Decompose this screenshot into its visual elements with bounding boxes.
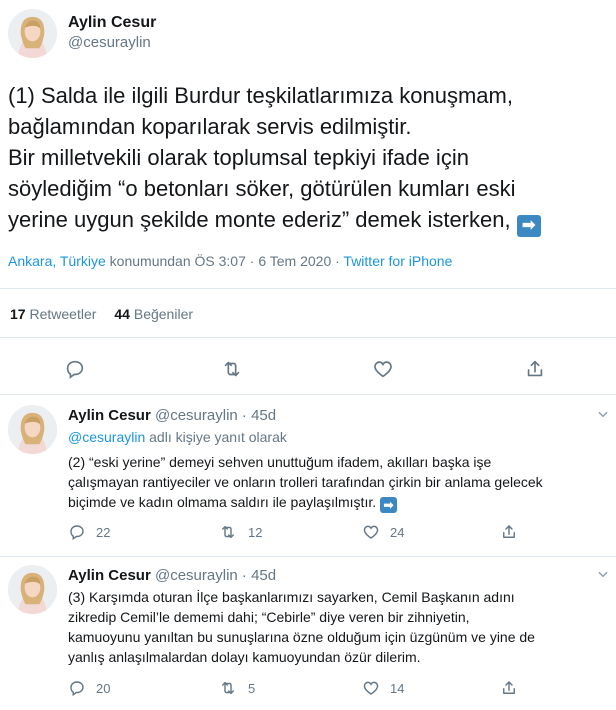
retweet-count: 5: [248, 680, 256, 696]
retweet-icon[interactable]: [220, 358, 244, 380]
like-heart-icon[interactable]: [362, 523, 380, 541]
author-name[interactable]: Aylin Cesur: [68, 407, 151, 424]
like-heart-icon[interactable]: [362, 679, 380, 697]
chevron-down-icon[interactable]: [596, 407, 610, 424]
share-icon[interactable]: [500, 523, 518, 541]
reply-action[interactable]: 20: [68, 679, 110, 697]
reply-time[interactable]: · 45d: [242, 567, 276, 584]
reply-count: 22: [96, 524, 111, 540]
reply-text-line: (2) “eski yerine” demeyi sehven unuttuğu…: [68, 454, 492, 470]
main-tweet-header: Aylin Cesur @cesuraylin: [8, 9, 608, 61]
reply-text: (2) “eski yerine” demeyi sehven unuttuğu…: [68, 452, 608, 513]
reply-header: Aylin Cesur @cesuraylin · 45d: [68, 567, 276, 584]
divider: [0, 556, 616, 557]
reply-header: Aylin Cesur @cesuraylin · 45d: [68, 407, 276, 424]
reply-actions: 22 12 24: [68, 523, 608, 543]
tweet-text-line: yerine uygun şekilde monte ederiz” demek…: [8, 204, 608, 237]
replying-to-handle[interactable]: @cesuraylin: [68, 429, 145, 445]
reply-text-line: yanlış anlaşılmalardan dolayı kamuoyunda…: [68, 649, 421, 665]
reply-text-line: zikredip Cemil’le dememi dahi; “Cebirle”…: [68, 609, 470, 625]
retweets-count: 17: [10, 306, 26, 322]
divider: [0, 288, 616, 289]
author-avatar[interactable]: [8, 405, 57, 454]
tweet-text-line: bağlamından koparılarak servis edilmişti…: [8, 114, 412, 139]
reply-text-line: biçimde ve kadın olmama saldırı ile payl…: [68, 492, 608, 513]
tweet-meta: Ankara, Türkiye konumundan ÖS 3:07 · 6 T…: [8, 253, 452, 269]
author-names: Aylin Cesur @cesuraylin: [68, 13, 156, 53]
replying-to: @cesuraylin adlı kişiye yanıt olarak: [68, 429, 287, 445]
tweet-text: (1) Salda ile ilgili Burdur teşkilatları…: [8, 80, 608, 237]
retweets-stat[interactable]: 17 Retweetler: [10, 306, 96, 322]
reply-action[interactable]: 22: [68, 523, 110, 541]
location-link[interactable]: Ankara, Türkiye: [8, 253, 106, 269]
replying-to-label: adlı kişiye yanıt olarak: [145, 429, 287, 445]
reply-icon[interactable]: [68, 523, 86, 541]
right-arrow-emoji-icon: ➡: [380, 497, 398, 513]
reply-text-line-content: biçimde ve kadın olmama saldırı ile payl…: [68, 494, 377, 510]
reply-text-line: kamuoyunu yanıltan bu sunuşlarına özne o…: [68, 629, 535, 645]
share-icon[interactable]: [524, 358, 546, 380]
author-handle[interactable]: @cesuraylin: [155, 567, 238, 584]
reply-actions: 20 5 14: [68, 679, 608, 699]
reply-text: (3) Karşımda oturan İlçe başkanlarımızı …: [68, 587, 608, 667]
reply-icon[interactable]: [68, 679, 86, 697]
chevron-down-icon[interactable]: [596, 567, 610, 584]
share-icon[interactable]: [500, 679, 518, 697]
reply-time[interactable]: · 45d: [242, 407, 276, 424]
like-action[interactable]: 24: [362, 523, 404, 541]
author-handle[interactable]: @cesuraylin: [68, 33, 156, 53]
tweet-text-line: Bir milletvekili olarak toplumsal tepkiy…: [8, 145, 469, 170]
divider: [0, 337, 616, 338]
share-action[interactable]: [500, 523, 518, 541]
reply-tweet[interactable]: Aylin Cesur @cesuraylin · 45d @cesurayli…: [0, 405, 616, 552]
retweets-label: Retweetler: [29, 306, 97, 322]
retweet-count: 12: [248, 524, 263, 540]
retweet-icon[interactable]: [218, 679, 238, 697]
tweet-stats: 17 Retweetler 44 Beğeniler: [10, 306, 193, 322]
author-name[interactable]: Aylin Cesur: [68, 13, 156, 33]
like-count: 14: [390, 680, 405, 696]
retweet-action[interactable]: 5: [218, 679, 255, 697]
reply-icon[interactable]: [64, 358, 86, 380]
share-action[interactable]: [500, 679, 518, 697]
tweet-text-line: söylediğim “o betonları söker, götürülen…: [8, 176, 516, 201]
like-action[interactable]: 14: [362, 679, 404, 697]
retweet-icon[interactable]: [218, 523, 238, 541]
retweet-action[interactable]: 12: [218, 523, 262, 541]
divider: [0, 394, 616, 395]
likes-stat[interactable]: 44 Beğeniler: [114, 306, 193, 322]
location-suffix: konumundan: [105, 253, 195, 269]
reply-count: 20: [96, 680, 111, 696]
reply-tweet[interactable]: Aylin Cesur @cesuraylin · 45d (3) Karşım…: [0, 565, 616, 705]
author-handle[interactable]: @cesuraylin: [155, 407, 238, 424]
right-arrow-emoji-icon: ➡: [516, 215, 541, 237]
author-avatar[interactable]: [8, 9, 57, 58]
like-heart-icon[interactable]: [372, 358, 394, 380]
likes-label: Beğeniler: [133, 306, 194, 322]
author-avatar[interactable]: [8, 565, 57, 614]
like-count: 24: [390, 524, 405, 540]
author-name[interactable]: Aylin Cesur: [68, 567, 151, 584]
source-link[interactable]: Twitter for iPhone: [343, 253, 452, 269]
timestamp[interactable]: ÖS 3:07 · 6 Tem 2020 ·: [195, 253, 344, 269]
tweet-text-line-content: yerine uygun şekilde monte ederiz” demek…: [8, 207, 511, 232]
tweet-text-line: (1) Salda ile ilgili Burdur teşkilatları…: [8, 83, 513, 108]
likes-count: 44: [114, 306, 130, 322]
reply-text-line: çalışmayan rantiyeciler ve onların troll…: [68, 474, 543, 490]
reply-text-line: (3) Karşımda oturan İlçe başkanlarımızı …: [68, 589, 515, 605]
